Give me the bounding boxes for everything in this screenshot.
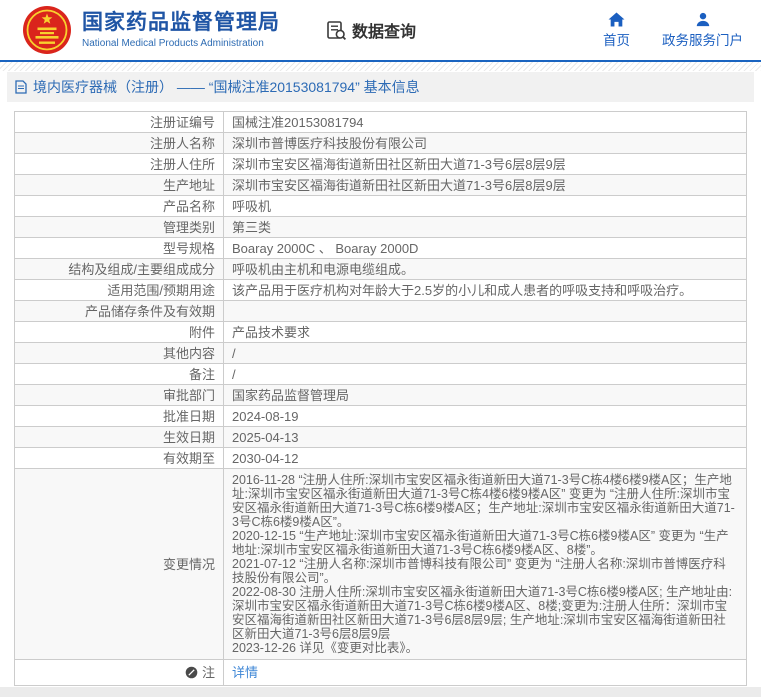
table-row: 型号规格 Boaray 2000C 、 Boaray 2000D xyxy=(15,238,747,259)
national-emblem-logo xyxy=(22,5,72,55)
change-paragraph: 2022-08-30 注册人住所:深圳市宝安区福永街道新田大道71-3号C栋6楼… xyxy=(232,585,738,641)
table-row: 有效期至 2030-04-12 xyxy=(15,448,747,469)
row-label: 审批部门 xyxy=(15,385,224,406)
table-row: 管理类别 第三类 xyxy=(15,217,747,238)
row-value: / xyxy=(224,364,747,385)
breadcrumb-text: 境内医疗器械（注册） —— “国械注准20153081794” 基本信息 xyxy=(33,77,420,97)
table-row: 备注 / xyxy=(15,364,747,385)
row-label: 有效期至 xyxy=(15,448,224,469)
home-icon xyxy=(608,12,625,27)
row-value: 2024-08-19 xyxy=(224,406,747,427)
row-value: 该产品用于医疗机构对年龄大于2.5岁的小儿和成人患者的呼吸支持和呼吸治疗。 xyxy=(224,280,747,301)
row-label: 型号规格 xyxy=(15,238,224,259)
row-value: 深圳市宝安区福海街道新田社区新田大道71-3号6层8层9层 xyxy=(224,175,747,196)
table-row: 产品名称 呼吸机 xyxy=(15,196,747,217)
row-value: 2025-04-13 xyxy=(224,427,747,448)
note-label-cell: 注 xyxy=(15,660,224,686)
row-value: Boaray 2000C 、 Boaray 2000D xyxy=(224,238,747,259)
table-row: 其他内容 / xyxy=(15,343,747,364)
change-history-value: 2016-11-28 “注册人住所:深圳市宝安区福永街道新田大道71-3号C栋4… xyxy=(224,469,747,660)
row-value: 产品技术要求 xyxy=(224,322,747,343)
table-row: 审批部门 国家药品监督管理局 xyxy=(15,385,747,406)
nav-item-home[interactable]: 首页 xyxy=(603,12,630,49)
row-label: 生效日期 xyxy=(15,427,224,448)
row-value: 第三类 xyxy=(224,217,747,238)
row-value: 国家药品监督管理局 xyxy=(224,385,747,406)
row-value: 呼吸机 xyxy=(224,196,747,217)
data-query-button[interactable]: 数据查询 xyxy=(326,18,416,42)
org-title-block: 国家药品监督管理局 National Medical Products Admi… xyxy=(82,11,280,48)
header-hatch-strip xyxy=(0,62,761,71)
table-row: 注册证编号 国械注准20153081794 xyxy=(15,112,747,133)
row-label: 产品名称 xyxy=(15,196,224,217)
row-label: 变更情况 xyxy=(15,469,224,660)
row-value: / xyxy=(224,343,747,364)
change-paragraph: 2023-12-26 详见《变更对比表》。 xyxy=(232,641,738,655)
header: 国家药品监督管理局 National Medical Products Admi… xyxy=(0,0,761,62)
row-value: 深圳市普博医疗科技股份有限公司 xyxy=(224,133,747,154)
row-label: 附件 xyxy=(15,322,224,343)
registration-info-table-wrap: 注册证编号 国械注准20153081794 注册人名称 深圳市普博医疗科技股份有… xyxy=(14,111,747,686)
data-query-label: 数据查询 xyxy=(352,18,416,42)
detail-link[interactable]: 详情 xyxy=(232,665,258,680)
row-value xyxy=(224,301,747,322)
row-value: 深圳市宝安区福海街道新田社区新田大道71-3号6层8层9层 xyxy=(224,154,747,175)
note-value-cell: 详情 xyxy=(224,660,747,686)
nav-home-label: 首页 xyxy=(603,29,630,49)
row-label: 产品储存条件及有效期 xyxy=(15,301,224,322)
row-label: 批准日期 xyxy=(15,406,224,427)
change-paragraph: 2021-07-12 “注册人名称:深圳市普博科技有限公司” 变更为 “注册人名… xyxy=(232,557,738,585)
nav-gov-portal-label: 政务服务门户 xyxy=(662,29,743,49)
table-row: 生产地址 深圳市宝安区福海街道新田社区新田大道71-3号6层8层9层 xyxy=(15,175,747,196)
top-nav: 首页 政务服务门户 xyxy=(603,12,761,49)
table-row: 适用范围/预期用途 该产品用于医疗机构对年龄大于2.5岁的小儿和成人患者的呼吸支… xyxy=(15,280,747,301)
table-row: 注册人名称 深圳市普博医疗科技股份有限公司 xyxy=(15,133,747,154)
change-paragraph: 2016-11-28 “注册人住所:深圳市宝安区福永街道新田大道71-3号C栋4… xyxy=(232,473,738,529)
row-label: 备注 xyxy=(15,364,224,385)
nav-item-gov-portal[interactable]: 政务服务门户 xyxy=(662,12,743,49)
table-row: 产品储存条件及有效期 xyxy=(15,301,747,322)
note-icon xyxy=(185,666,198,679)
row-label: 注册人住所 xyxy=(15,154,224,175)
data-query-icon xyxy=(326,20,347,41)
org-name-en: National Medical Products Administration xyxy=(82,38,280,49)
table-row: 批准日期 2024-08-19 xyxy=(15,406,747,427)
page: 国家药品监督管理局 National Medical Products Admi… xyxy=(0,0,761,697)
note-row: 注 详情 xyxy=(15,660,747,686)
change-history-row: 变更情况 2016-11-28 “注册人住所:深圳市宝安区福永街道新田大道71-… xyxy=(15,469,747,660)
table-row: 附件 产品技术要求 xyxy=(15,322,747,343)
org-name-zh: 国家药品监督管理局 xyxy=(82,11,280,34)
user-icon xyxy=(695,12,711,27)
note-label: 注 xyxy=(202,665,215,680)
table-row: 注册人住所 深圳市宝安区福海街道新田社区新田大道71-3号6层8层9层 xyxy=(15,154,747,175)
row-label: 注册人名称 xyxy=(15,133,224,154)
table-row: 结构及组成/主要组成成分 呼吸机由主机和电源电缆组成。 xyxy=(15,259,747,280)
document-icon xyxy=(15,80,27,94)
change-paragraph: 2020-12-15 “生产地址:深圳市宝安区福永街道新田大道71-3号C栋6楼… xyxy=(232,529,738,557)
row-label: 生产地址 xyxy=(15,175,224,196)
row-label: 其他内容 xyxy=(15,343,224,364)
breadcrumb: 境内医疗器械（注册） —— “国械注准20153081794” 基本信息 xyxy=(7,72,754,102)
row-label: 注册证编号 xyxy=(15,112,224,133)
row-label: 适用范围/预期用途 xyxy=(15,280,224,301)
row-value: 国械注准20153081794 xyxy=(224,112,747,133)
row-label: 结构及组成/主要组成成分 xyxy=(15,259,224,280)
footer-strip xyxy=(0,687,761,697)
table-row: 生效日期 2025-04-13 xyxy=(15,427,747,448)
row-value: 呼吸机由主机和电源电缆组成。 xyxy=(224,259,747,280)
row-label: 管理类别 xyxy=(15,217,224,238)
row-value: 2030-04-12 xyxy=(224,448,747,469)
registration-info-table: 注册证编号 国械注准20153081794 注册人名称 深圳市普博医疗科技股份有… xyxy=(14,111,747,686)
